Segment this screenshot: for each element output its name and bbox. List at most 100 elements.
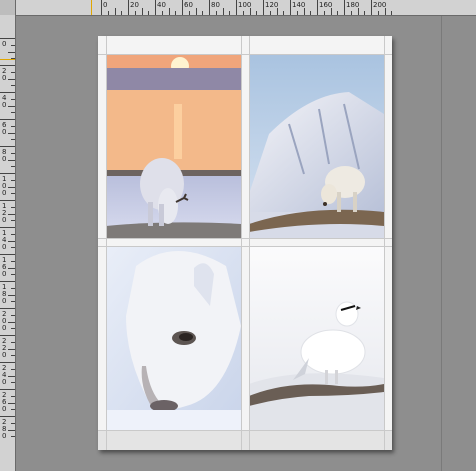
ruler-major-tick (101, 0, 102, 15)
ruler-label: 20 (130, 1, 139, 9)
ruler-minor-tick (11, 382, 15, 384)
reindeer-mountain-image (249, 54, 384, 238)
column-guide[interactable] (106, 36, 107, 450)
document-page[interactable] (98, 36, 392, 450)
ruler-minor-tick (384, 8, 386, 15)
ruler-minor-tick (11, 274, 15, 276)
ruler-minor-tick (11, 125, 15, 127)
ruler-minor-tick (242, 11, 244, 15)
ruler-minor-tick (11, 233, 15, 235)
ruler-minor-tick (330, 8, 332, 15)
ruler-label: 20 (2, 67, 7, 82)
ruler-minor-tick (11, 436, 15, 438)
ruler-minor-tick (8, 294, 15, 296)
ruler-major-tick (0, 254, 15, 255)
row-guide[interactable] (98, 430, 392, 431)
ruler-minor-tick (377, 11, 379, 15)
ruler-minor-tick (11, 152, 15, 154)
ruler-minor-tick (121, 11, 123, 15)
ruler-minor-tick (161, 11, 163, 15)
ruler-major-tick (0, 227, 15, 228)
ruler-minor-tick (11, 58, 15, 60)
ruler-minor-tick (8, 267, 15, 269)
photo-ptarmigan[interactable] (249, 246, 384, 430)
ruler-minor-tick (148, 11, 150, 15)
ruler-major-tick (209, 0, 210, 15)
photo-reindeer-closeup[interactable] (106, 246, 241, 430)
ruler-minor-tick (8, 321, 15, 323)
ruler-minor-tick (175, 11, 177, 15)
ruler-minor-tick (11, 287, 15, 289)
ruler-minor-tick (8, 429, 15, 431)
ruler-major-tick (0, 173, 15, 174)
ruler-minor-tick (11, 422, 15, 424)
ruler-label: 40 (157, 1, 166, 9)
ruler-major-tick (0, 200, 15, 201)
ruler-minor-tick (8, 159, 15, 161)
ruler-minor-tick (11, 368, 15, 370)
photo-reindeer-mountain[interactable] (249, 54, 384, 238)
vertical-ruler[interactable]: 0 20 40 60 80 100 120 140 160 180 200 220 240 260 280 (0, 15, 16, 471)
ruler-major-tick (317, 0, 318, 15)
ruler-minor-tick (11, 355, 15, 357)
ruler-major-tick (0, 92, 15, 93)
ruler-minor-tick (8, 186, 15, 188)
ruler-minor-tick (8, 240, 15, 242)
horizontal-ruler[interactable]: 0 20 40 60 80 100 120 140 160 180 200 (16, 0, 476, 16)
column-guide[interactable] (384, 36, 385, 450)
ruler-major-tick (0, 38, 15, 39)
ruler-major-tick (0, 389, 15, 390)
ruler-major-tick (0, 308, 15, 309)
ruler-major-tick (0, 146, 15, 147)
ruler-minor-tick (391, 11, 393, 15)
ruler-minor-tick (202, 11, 204, 15)
ruler-minor-tick (11, 98, 15, 100)
ruler-minor-tick (222, 8, 224, 15)
ruler-minor-tick (269, 11, 271, 15)
column-guide[interactable] (241, 36, 242, 450)
ruler-major-tick (182, 0, 183, 15)
ruler-major-tick (128, 0, 129, 15)
photo-reindeer-sunset[interactable] (106, 54, 241, 238)
ruler-minor-tick (8, 213, 15, 215)
ruler-minor-tick (8, 78, 15, 80)
row-guide[interactable] (98, 238, 392, 239)
column-guide[interactable] (249, 36, 250, 450)
ruler-label: 80 (2, 148, 7, 163)
page-footer-band (98, 431, 392, 450)
ruler-minor-tick (11, 85, 15, 87)
ruler-minor-tick (107, 11, 109, 15)
ruler-minor-tick (8, 51, 15, 53)
ruler-minor-tick (8, 105, 15, 107)
ruler-label: 60 (2, 121, 7, 136)
ruler-major-tick (0, 335, 15, 336)
ruler-minor-tick (310, 11, 312, 15)
ruler-major-tick (236, 0, 237, 15)
ruler-label: 40 (2, 94, 7, 109)
ruler-major-tick (0, 281, 15, 282)
ruler-major-tick (263, 0, 264, 15)
ruler-major-tick (0, 362, 15, 363)
ruler-minor-tick (249, 8, 251, 15)
ruler-label: 80 (211, 1, 220, 9)
ruler-minor-tick (11, 71, 15, 73)
row-guide[interactable] (98, 54, 392, 55)
pasteboard-guide[interactable] (441, 16, 442, 471)
ruler-minor-tick (256, 11, 258, 15)
ruler-label: 60 (184, 1, 193, 9)
ruler-label: 0 (2, 40, 7, 48)
ruler-minor-tick (11, 206, 15, 208)
ruler-minor-tick (11, 341, 15, 343)
ruler-minor-tick (283, 11, 285, 15)
ruler-minor-tick (11, 193, 15, 195)
reindeer-closeup-image (106, 246, 241, 430)
ptarmigan-image (249, 246, 384, 430)
ruler-minor-tick (11, 301, 15, 303)
ruler-minor-tick (8, 375, 15, 377)
row-guide[interactable] (98, 246, 392, 247)
ruler-minor-tick (114, 8, 116, 15)
ruler-minor-tick (215, 11, 217, 15)
ruler-minor-tick (11, 328, 15, 330)
ruler-minor-tick (11, 409, 15, 411)
ruler-minor-tick (337, 11, 339, 15)
